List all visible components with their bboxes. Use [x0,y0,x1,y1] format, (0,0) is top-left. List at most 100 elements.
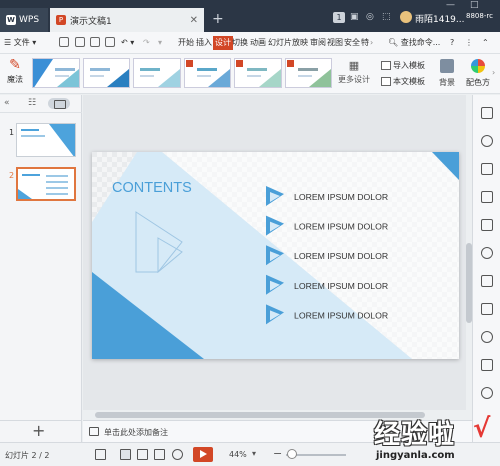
collapse-panel-icon[interactable]: « [4,98,10,108]
save-icon[interactable] [59,37,69,47]
design-template[interactable] [183,58,231,88]
zoom-dropdown-icon[interactable]: ▾ [252,449,256,458]
import-template-button[interactable]: 导入模板 [381,60,425,71]
export-pdf-icon[interactable] [75,37,85,47]
design-template[interactable] [234,58,282,88]
zoom-level[interactable]: 44% [229,450,247,459]
design-template[interactable] [82,58,130,88]
slide-thumbnail-2[interactable] [16,167,76,201]
help-icon[interactable]: ? [450,36,454,50]
collapse-ribbon-icon[interactable]: ⌃ [482,36,489,50]
undo-icon[interactable]: ↶ ▾ [121,36,134,50]
design-template[interactable] [133,58,181,88]
text-template-icon [381,77,391,86]
menu-special[interactable]: 特 [361,36,369,50]
document-tab-title: 演示文稿1 [70,16,112,27]
toc-item-label: LOREM IPSUM DOLOR [294,251,388,261]
reading-view-icon[interactable] [154,449,165,460]
design-template[interactable] [284,58,332,88]
menu-dropdown-icon[interactable]: ▾ [158,36,162,50]
close-tab-icon[interactable]: ✕ [190,15,198,26]
slide-canvas: CONTENTS LOREM IPSUM DOLOR LOREM IPSUM DO… [83,95,466,410]
outline-view-icon[interactable]: ☷ [28,98,36,108]
add-slide-button[interactable]: + [32,423,45,439]
settings-icon[interactable] [481,247,493,259]
chart-icon[interactable] [481,359,493,371]
normal-view-icon[interactable] [120,449,131,460]
preview-icon[interactable] [105,37,115,47]
zoom-slider-knob[interactable] [287,449,297,459]
search-command[interactable]: 🔍︎ 查找命令... [388,36,440,50]
adjust-icon[interactable] [481,219,493,231]
add-tab-button[interactable]: + [212,8,224,30]
image-icon[interactable] [481,303,493,315]
menu-transitions[interactable]: 切换 [232,36,248,50]
color-scheme-button[interactable]: 配色方 [465,59,491,88]
play-slideshow-button[interactable] [193,447,213,462]
animation-icon[interactable] [481,191,493,203]
menu-review[interactable]: 审阅 [310,36,326,50]
skin-icon[interactable]: ◎ [366,12,374,22]
slide-heading: CONTENTS [112,180,192,196]
slide-thumbnail-1[interactable] [16,123,76,157]
ribbon-scroll-right-icon[interactable]: › [492,68,495,77]
slides-panel: « ☷ 1 2 [0,95,82,420]
sound-icon[interactable] [481,331,493,343]
share-icon[interactable]: ⬚ [382,12,391,22]
menu-slideshow[interactable]: 幻灯片放映 [268,36,308,50]
help-circle-icon[interactable] [481,387,493,399]
palette-icon [471,59,485,73]
redo-icon[interactable]: ↷ [143,36,150,50]
design-template[interactable] [32,58,80,88]
menu-home[interactable]: 开始 [178,36,194,50]
slides-panel-header: « ☷ [0,95,82,113]
notes-toggle-icon[interactable] [95,449,106,460]
slide-number: 1 [9,128,15,137]
watermark: 经验啦 √ jingyanla.com [360,414,498,464]
app-name: WPS [19,15,40,25]
user-name[interactable]: 雨陌1419... [415,12,465,25]
more-design-label: 更多设计 [338,75,370,84]
print-icon[interactable] [90,37,100,47]
watermark-check-icon: √ [473,414,491,444]
more-options-icon[interactable]: ⋮ [465,36,473,50]
import-template-label: 导入模板 [393,61,425,70]
slide-sorter-icon[interactable] [137,449,148,460]
layout-icon[interactable]: ▣ [350,12,359,22]
search-command-label: 查找命令... [400,38,441,47]
watermark-url: jingyanla.com [376,450,455,461]
notes-icon [89,427,99,436]
design-template-gallery [32,58,332,88]
thumbnail-view-icon[interactable] [48,98,70,109]
menu-view[interactable]: 视图 [327,36,343,50]
file-menu[interactable]: ☰ 文件 ▾ [4,36,36,50]
presentation-icon: P [56,15,66,25]
maximize-icon[interactable]: □ [470,0,479,10]
menu-design[interactable]: 设计 [213,36,233,50]
window-count-badge[interactable]: 1 [333,12,345,23]
design-ribbon: ✎ 魔法 ▦ 更多设计 导入模板 本文模板 背景 配色方 › [0,54,500,94]
sidebar-expand-icon[interactable] [481,107,493,119]
document-tab[interactable]: P 演示文稿1 ✕ [50,8,204,32]
menu-animation[interactable]: 动画 [250,36,266,50]
search-icon[interactable] [481,135,493,147]
more-design-button[interactable]: ▦ 更多设计 [335,58,373,88]
background-button[interactable]: 背景 [436,59,458,88]
zoom-out-button[interactable]: − [273,447,282,461]
copy-icon[interactable] [481,275,493,287]
magic-button[interactable]: ✎ 魔法 [4,56,26,85]
grid-icon: ▦ [348,59,360,72]
right-toolbar [472,95,500,442]
avatar[interactable] [400,11,412,23]
app-home-tab[interactable]: W WPS [0,8,48,32]
background-icon [440,59,454,73]
shape-icon[interactable] [481,163,493,175]
text-template-button[interactable]: 本文模板 [381,76,425,87]
menu-security[interactable]: 安全 [344,36,360,50]
outline-view-status-icon[interactable] [172,449,183,460]
import-template-icon [381,61,391,70]
menu-more-icon[interactable]: › [370,36,373,50]
minimize-icon[interactable]: — [446,0,455,10]
current-slide[interactable]: CONTENTS LOREM IPSUM DOLOR LOREM IPSUM DO… [92,152,459,359]
menu-insert[interactable]: 插入 [196,36,212,50]
